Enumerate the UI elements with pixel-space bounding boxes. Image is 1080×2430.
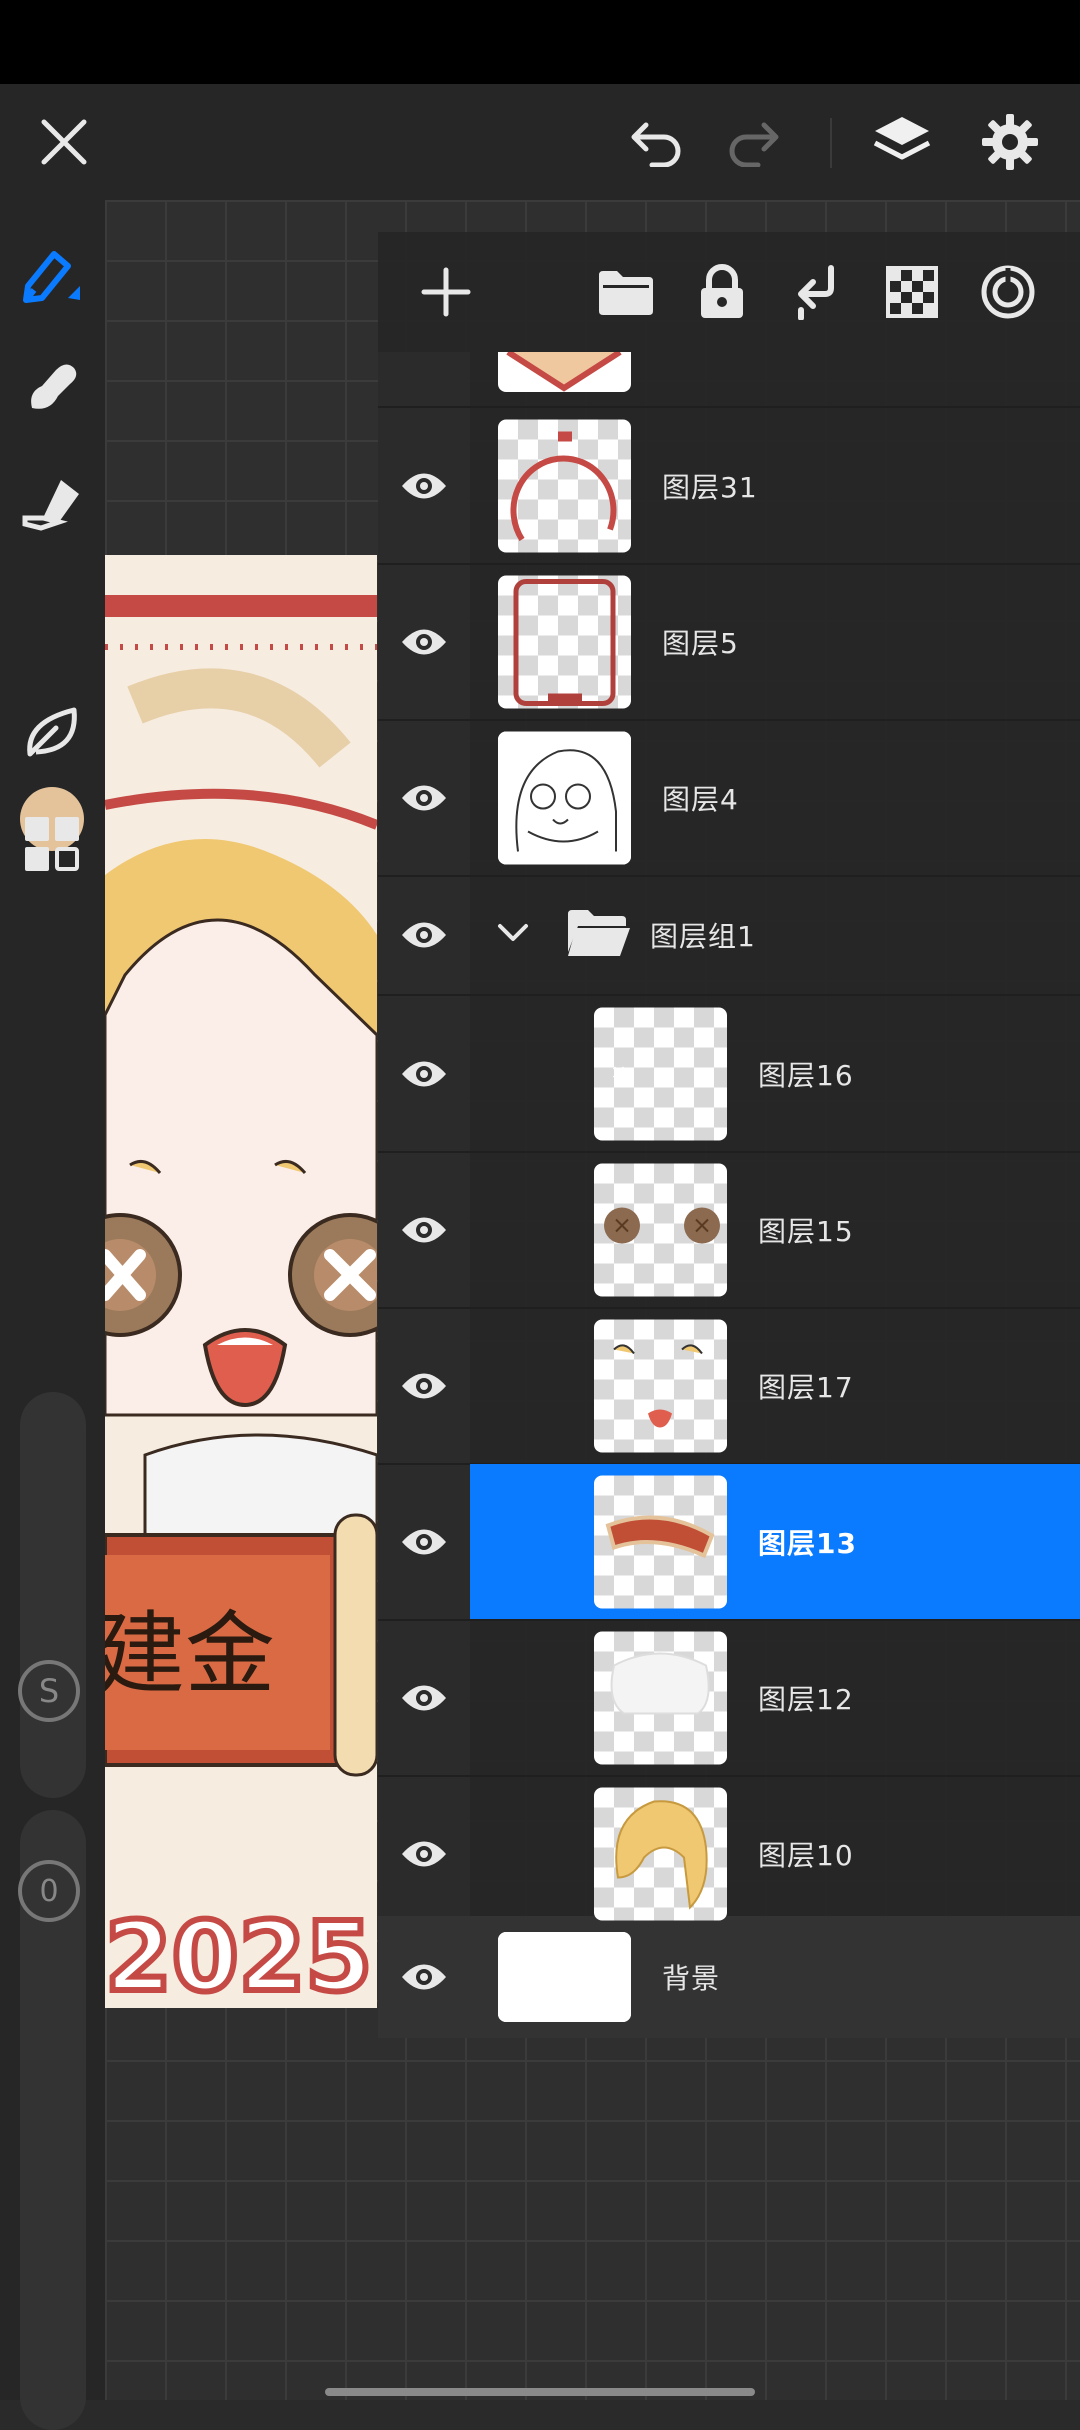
layer-thumbnail	[498, 575, 631, 708]
layer-row[interactable]: 图层15	[378, 1152, 1080, 1309]
chevron-down-icon[interactable]	[496, 922, 530, 948]
gear-icon[interactable]	[972, 104, 1048, 180]
layer-row[interactable]: 图层31	[378, 408, 1080, 565]
toolbar-separator	[830, 118, 832, 168]
close-icon[interactable]	[26, 104, 102, 180]
layer-name: 图层17	[758, 1370, 854, 1404]
layer-thumbnail	[498, 419, 631, 552]
eye-icon[interactable]	[398, 1516, 450, 1568]
brush-size-slider[interactable]	[20, 1392, 86, 1798]
layer-row[interactable]: 图层组1	[378, 876, 1080, 996]
redo-icon[interactable]	[716, 104, 792, 180]
layer-thumbnail	[498, 1932, 631, 2022]
layer-thumbnail	[594, 1631, 727, 1764]
folder-icon	[564, 906, 632, 964]
layer-row[interactable]: 图层16	[378, 996, 1080, 1153]
layer-thumbnail	[594, 1163, 727, 1296]
layers-icon[interactable]	[864, 104, 940, 180]
lock-icon[interactable]	[686, 256, 758, 328]
layer-name: 图层5	[662, 626, 739, 660]
eye-icon[interactable]	[398, 1672, 450, 1724]
layer-name: 图层16	[758, 1058, 854, 1092]
transparency-icon[interactable]	[876, 256, 948, 328]
layer-row[interactable]: 图层5	[378, 564, 1080, 721]
layer-name: 图层10	[758, 1838, 854, 1872]
layer-thumbnail	[594, 1475, 727, 1608]
eye-icon[interactable]	[398, 772, 450, 824]
eye-icon[interactable]	[398, 909, 450, 961]
layer-name: 图层组1	[650, 920, 756, 953]
layer-name: 图层13	[758, 1526, 857, 1560]
eye-icon[interactable]	[398, 616, 450, 668]
undo-icon[interactable]	[618, 104, 694, 180]
brush-icon[interactable]	[16, 238, 88, 310]
opacity-indicator: 0	[18, 1860, 80, 1922]
add-layer-icon[interactable]	[410, 256, 482, 328]
layer-name: 图层31	[662, 470, 758, 504]
layer-thumbnail	[498, 731, 631, 864]
layer-thumbnail	[594, 1007, 727, 1140]
left-toolbar: S 0	[0, 200, 105, 2430]
layers-panel: 图层31 图层5 图层4 图层组1 图层16 图层15 图层17 图层13 图层12 图层10 背景	[378, 232, 1080, 2038]
artwork-canvas[interactable]: 建金 2025	[105, 555, 377, 2008]
eye-icon[interactable]	[398, 1828, 450, 1880]
year-text: 2025	[105, 1901, 372, 2008]
size-indicator: S	[18, 1660, 80, 1722]
banner-text: 建金	[105, 1602, 275, 1707]
eye-icon[interactable]	[398, 460, 450, 512]
layer-thumbnail	[594, 1319, 727, 1452]
merge-down-icon[interactable]	[780, 256, 852, 328]
layer-row[interactable]: 图层13	[378, 1464, 1080, 1621]
layer-row-partial[interactable]	[378, 352, 1080, 408]
eye-icon[interactable]	[398, 1204, 450, 1256]
layer-row[interactable]: 图层10	[378, 1776, 1080, 1933]
target-icon[interactable]	[972, 256, 1044, 328]
status-bar	[0, 0, 1080, 84]
home-indicator[interactable]	[325, 2388, 755, 2396]
eraser-icon[interactable]	[16, 466, 88, 538]
layer-thumbnail	[498, 352, 631, 392]
folder-icon[interactable]	[590, 256, 662, 328]
layer-name: 图层12	[758, 1682, 854, 1716]
layer-name: 图层15	[758, 1214, 854, 1248]
grid-icon[interactable]	[16, 808, 88, 880]
eye-icon[interactable]	[398, 1048, 450, 1100]
top-bar	[0, 84, 1080, 200]
layer-thumbnail	[594, 1787, 727, 1920]
layers-panel-toolbar	[378, 232, 1080, 352]
eye-icon[interactable]	[398, 1951, 450, 2003]
layer-row[interactable]: 背景	[378, 1916, 1080, 2038]
smudge-icon[interactable]	[16, 350, 88, 422]
layer-name: 图层4	[662, 782, 739, 816]
layer-row[interactable]: 图层12	[378, 1620, 1080, 1777]
layer-row[interactable]: 图层17	[378, 1308, 1080, 1465]
leaf-icon[interactable]	[16, 696, 88, 768]
layer-row[interactable]: 图层4	[378, 720, 1080, 877]
layer-name: 背景	[662, 1962, 721, 1995]
eye-icon[interactable]	[398, 1360, 450, 1412]
